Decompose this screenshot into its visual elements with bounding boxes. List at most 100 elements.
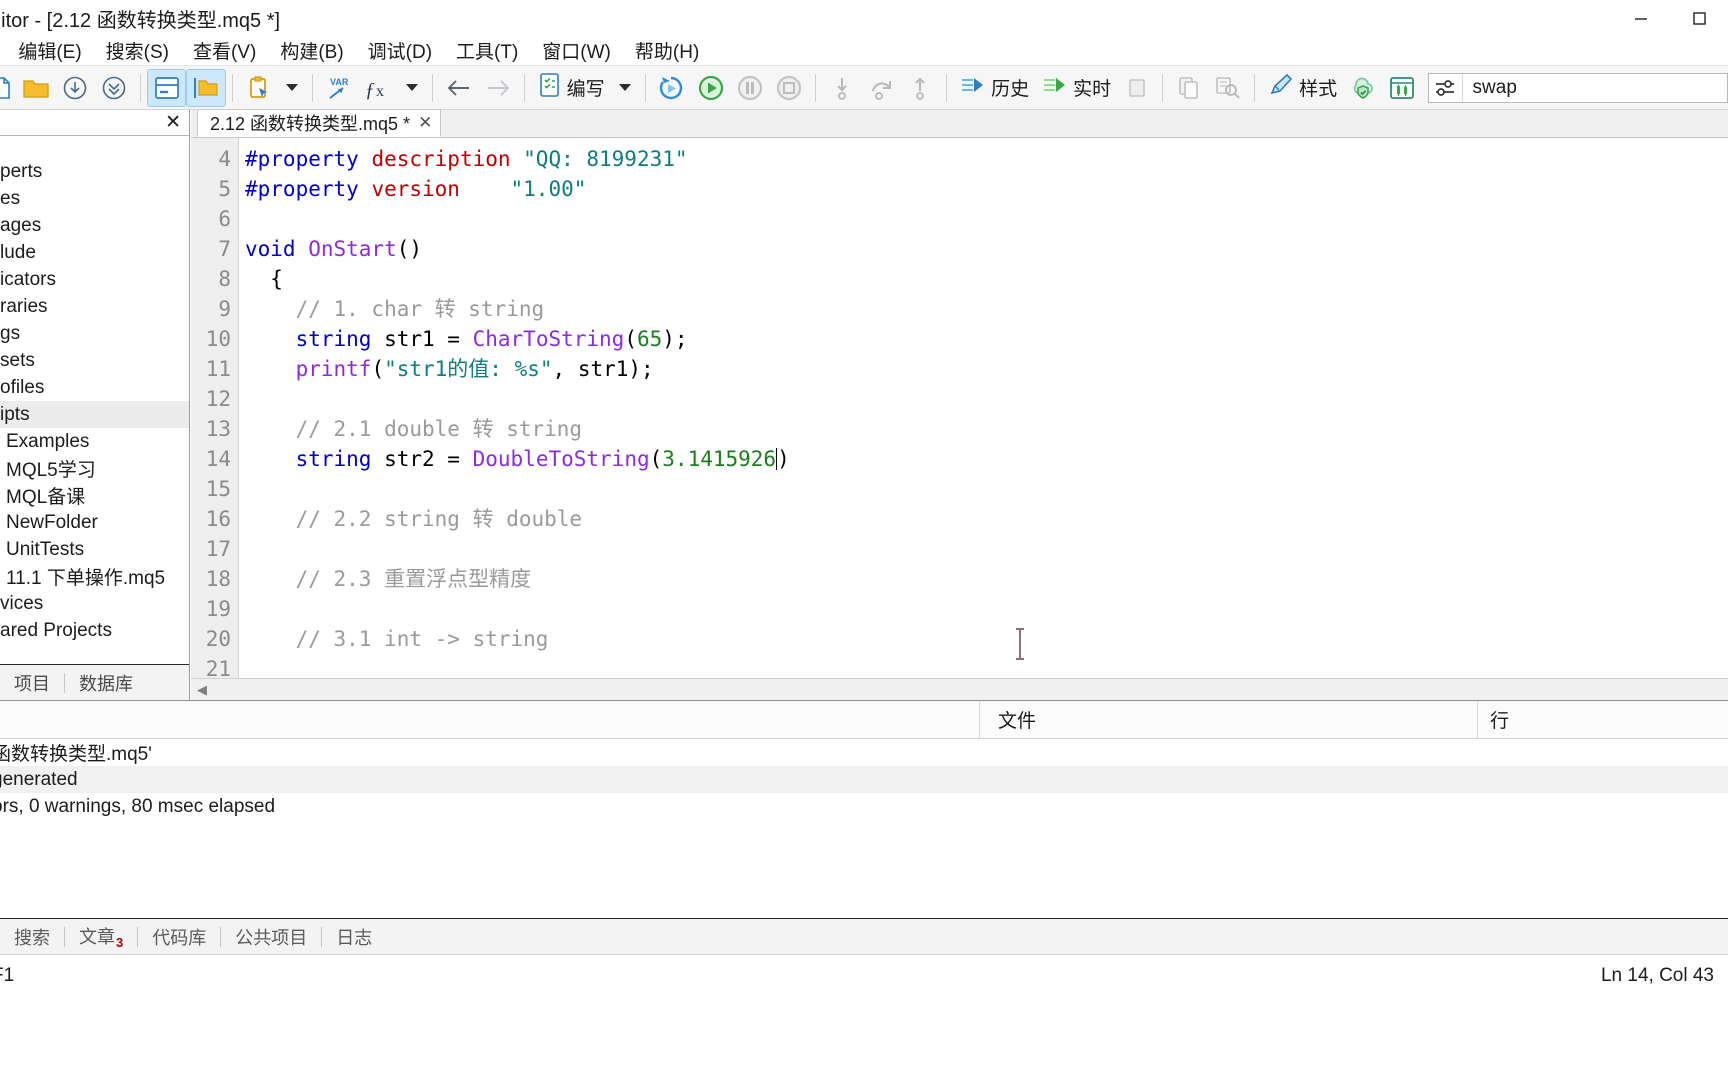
bottom-tab-journal[interactable]: 日志: [322, 924, 386, 950]
new-file-icon[interactable]: [0, 69, 16, 107]
code-line[interactable]: [245, 534, 1728, 564]
nav-tab-project[interactable]: 项目: [0, 670, 64, 696]
navigator-item[interactable]: MQL5学习: [0, 455, 189, 482]
navigator-item[interactable]: es: [0, 185, 189, 212]
code-line[interactable]: #property version "1.00": [245, 174, 1728, 204]
code-line[interactable]: [245, 384, 1728, 414]
maximize-icon[interactable]: [1670, 0, 1728, 36]
navigator-item[interactable]: ofiles: [0, 374, 189, 401]
search-box[interactable]: [1427, 72, 1728, 103]
toolbox-tabstrip: 搜索 文章3 代码库 公共项目 日志: [0, 918, 1728, 954]
paste-icon[interactable]: [239, 69, 278, 107]
close-icon[interactable]: ✕: [418, 113, 432, 133]
save-icon[interactable]: [55, 69, 94, 107]
navigator-item[interactable]: perts: [0, 158, 189, 185]
line-number: 15: [205, 477, 231, 501]
code-line[interactable]: void OnStart(): [245, 234, 1728, 264]
navigator-item[interactable]: Examples: [0, 428, 189, 455]
debug-restart-icon[interactable]: [652, 69, 691, 107]
code-line[interactable]: // 3.1 int -> string: [245, 624, 1728, 654]
bottom-tab-public-projects[interactable]: 公共项目: [221, 924, 321, 950]
navigator-item[interactable]: raries: [0, 293, 189, 320]
code-line[interactable]: // 1. char 转 string: [245, 294, 1728, 324]
code-line[interactable]: [245, 474, 1728, 504]
open-folder-icon[interactable]: [16, 69, 55, 107]
col-description[interactable]: [0, 701, 980, 738]
code-token: CharToString: [472, 327, 625, 351]
menu-window[interactable]: 窗口(W): [530, 35, 623, 66]
col-file[interactable]: 文件: [980, 701, 1478, 738]
toggle-navigator-icon[interactable]: [147, 68, 187, 107]
navigator-item[interactable]: ared Projects: [0, 617, 189, 644]
code-token: (: [624, 327, 637, 351]
menu-view[interactable]: 查看(V): [181, 35, 268, 66]
compile-dropdown-caret-icon[interactable]: [618, 84, 631, 91]
menu-search[interactable]: 搜索(S): [94, 35, 181, 66]
search-input[interactable]: [1462, 73, 1727, 102]
navigator-item[interactable]: lude: [0, 239, 189, 266]
bottom-tab-articles[interactable]: 文章3: [65, 923, 137, 951]
realtime-button[interactable]: 实时: [1035, 69, 1117, 107]
function-dropdown-caret-icon[interactable]: [405, 84, 418, 91]
toggle-toolbox-icon[interactable]: [186, 68, 226, 107]
style-button[interactable]: 样式: [1261, 69, 1343, 107]
navigator-item[interactable]: vices: [0, 590, 189, 617]
compile-log-list[interactable]: 函数转换类型.mq5' generated ors, 0 warnings, 80 …: [0, 739, 1728, 918]
menu-edit[interactable]: 编辑(E): [6, 35, 93, 66]
menu-help[interactable]: 帮助(H): [623, 35, 711, 66]
step-over-icon: [861, 69, 900, 107]
scroll-left-arrow-icon[interactable]: ◀: [191, 682, 213, 698]
code-area[interactable]: 4 5 6 7 8 9 10 11 12 13 14 15 16 17 18 19 20 21 #property…: [191, 138, 1728, 678]
paste-dropdown-caret-icon[interactable]: [286, 84, 299, 91]
nav-tab-database[interactable]: 数据库: [65, 670, 147, 696]
code-line[interactable]: [245, 594, 1728, 624]
navigator-item-label: NewFolder: [6, 511, 98, 533]
document-tab-label: 2.12 函数转换类型.mq5 *: [210, 114, 411, 134]
code-line[interactable]: [245, 204, 1728, 234]
document-tab[interactable]: 2.12 函数转换类型.mq5 * ✕: [197, 109, 442, 137]
code-line[interactable]: {: [245, 264, 1728, 294]
code-line[interactable]: string str1 = CharToString(65);: [245, 324, 1728, 354]
code-text[interactable]: #property description "QQ: 8199231" #prop…: [239, 138, 1728, 678]
code-line[interactable]: // 2.3 重置浮点型精度: [245, 564, 1728, 594]
navigator-item[interactable]: ipts: [0, 401, 189, 428]
log-row[interactable]: ors, 0 warnings, 80 msec elapsed: [0, 793, 1728, 820]
navigator-tree[interactable]: perts es ages lude icators raries gs sets ofiles…: [0, 136, 189, 664]
navigator-item[interactable]: MQL备课: [0, 482, 189, 509]
menu-build[interactable]: 构建(B): [268, 35, 355, 66]
run-icon[interactable]: [691, 69, 730, 107]
navigator-item[interactable]: UnitTests: [0, 536, 189, 563]
bottom-tab-codebase[interactable]: 代码库: [138, 924, 220, 950]
settings-sliders-icon[interactable]: [1429, 73, 1463, 102]
save-all-icon[interactable]: [95, 69, 134, 107]
minimize-icon[interactable]: [1612, 0, 1670, 36]
back-arrow-icon[interactable]: [439, 69, 478, 107]
code-line[interactable]: // 2.2 string 转 double: [245, 504, 1728, 534]
compile-button[interactable]: 编写: [531, 69, 611, 107]
navigator-item[interactable]: gs: [0, 320, 189, 347]
close-icon[interactable]: ✕: [161, 111, 185, 134]
navigator-item[interactable]: NewFolder: [0, 509, 189, 536]
cloud-protect-icon[interactable]: [1343, 69, 1382, 107]
editor-horizontal-scrollbar[interactable]: ◀: [191, 678, 1728, 700]
code-line[interactable]: #property description "QQ: 8199231": [245, 144, 1728, 174]
navigator-item[interactable]: ages: [0, 212, 189, 239]
navigator-item[interactable]: 11.1 下单操作.mq5: [0, 563, 189, 590]
navigator-item[interactable]: icators: [0, 266, 189, 293]
function-icon[interactable]: ƒx: [359, 69, 398, 107]
navigator-item[interactable]: sets: [0, 347, 189, 374]
menu-tools[interactable]: 工具(T): [444, 35, 530, 66]
code-line[interactable]: // 2.1 double 转 string: [245, 414, 1728, 444]
code-token: #property: [245, 147, 372, 171]
variable-icon[interactable]: VAR: [319, 69, 358, 107]
chart-window-icon[interactable]: [1383, 69, 1422, 107]
code-line[interactable]: printf("str1的值: %s", str1);: [245, 354, 1728, 384]
menu-debug[interactable]: 调试(D): [356, 35, 444, 66]
col-line[interactable]: 行: [1478, 701, 1728, 738]
code-line[interactable]: string str2 = DoubleToString(3.1415926): [245, 444, 1728, 474]
log-row[interactable]: generated: [0, 766, 1728, 793]
bottom-tab-search[interactable]: 搜索: [0, 924, 64, 950]
code-line[interactable]: [245, 654, 1728, 678]
history-button[interactable]: 历史: [953, 69, 1035, 107]
log-row[interactable]: 函数转换类型.mq5': [0, 739, 1728, 766]
